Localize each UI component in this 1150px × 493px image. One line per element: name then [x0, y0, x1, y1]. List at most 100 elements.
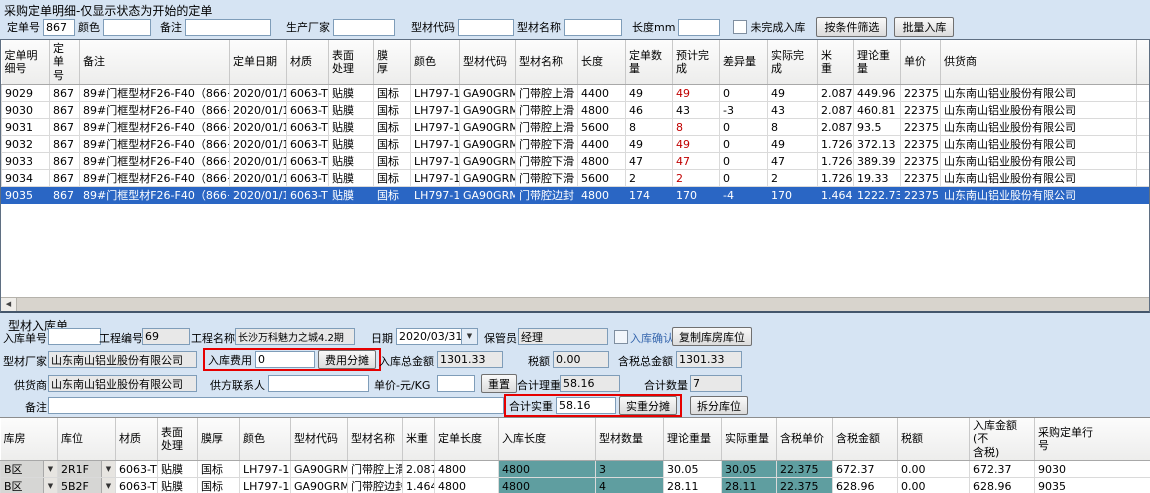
horizontal-scrollbar[interactable]: ◀ [1, 297, 1149, 311]
grid-cell[interactable]: LH797-1LL0 [411, 153, 460, 170]
grid-cell[interactable]: 174 [626, 187, 673, 204]
note-input[interactable] [48, 397, 504, 414]
grid-cell[interactable]: 门带腔上滑 [516, 119, 578, 136]
grid-cell[interactable]: 867 [50, 187, 80, 204]
grid-cell[interactable]: 22375 [901, 187, 941, 204]
grid-cell[interactable] [1137, 119, 1150, 136]
grid-cell[interactable]: 89#门框型材F26-F40（866+867） [80, 136, 230, 153]
grid-row[interactable]: 902986789#门框型材F26-F40（866+867）2020/01/13… [2, 85, 1150, 102]
grid-cell[interactable]: 28.11 [664, 478, 722, 493]
col-header[interactable]: 定单日期 [230, 40, 287, 85]
grid-cell[interactable]: GA90GRM03 [460, 85, 516, 102]
grid-cell[interactable]: 8 [673, 119, 720, 136]
col-header[interactable]: 表面 处理 [158, 418, 198, 461]
grid-cell[interactable]: 672.37 [833, 461, 898, 478]
grid-cell[interactable]: 1222.73 [854, 187, 901, 204]
grid-cell[interactable]: GA90GRM04 [460, 170, 516, 187]
grid-cell[interactable]: 4800 [578, 102, 626, 119]
grid-cell[interactable]: 国标 [198, 478, 240, 493]
grid-cell[interactable]: 2020/01/13 [230, 102, 287, 119]
grid-cell[interactable]: 6063-T5 [287, 170, 329, 187]
grid-cell[interactable]: 1.726 [818, 170, 854, 187]
grid-cell[interactable]: -4 [720, 187, 768, 204]
grid-cell[interactable]: 30.05 [664, 461, 722, 478]
grid-cell[interactable]: GA90GRM03 [291, 461, 348, 478]
grid-cell[interactable]: 9033 [2, 153, 50, 170]
dropdown-arrow-icon[interactable]: ▼ [101, 478, 115, 493]
grid-cell[interactable]: GA90GRM04 [460, 136, 516, 153]
contact-input[interactable] [268, 375, 369, 392]
weight-allocate-button[interactable]: 实重分摊 [619, 396, 677, 415]
grid-cell[interactable]: 170 [768, 187, 818, 204]
grid-cell[interactable]: 4800 [435, 478, 499, 493]
col-header[interactable]: 型材名称 [516, 40, 578, 85]
grid-cell[interactable]: 19.33 [854, 170, 901, 187]
grid-cell[interactable]: 0 [720, 85, 768, 102]
col-header[interactable]: 型材代码 [291, 418, 348, 461]
col-header[interactable]: 采购定单行 号 [1035, 418, 1150, 461]
grid-cell[interactable]: 山东南山铝业股份有限公司 [941, 187, 1137, 204]
grid-cell[interactable]: 0 [720, 136, 768, 153]
calendar-dropdown-icon[interactable]: ▼ [461, 329, 477, 344]
filter-by-condition-button[interactable]: 按条件筛选 [816, 17, 887, 37]
grid-cell[interactable]: 49 [626, 136, 673, 153]
grid-cell[interactable]: 9034 [2, 170, 50, 187]
grid-cell[interactable]: 4800 [499, 478, 596, 493]
grid-cell[interactable]: 3 [596, 461, 664, 478]
grid-cell[interactable]: LH797-1LL0 [240, 461, 291, 478]
grid-cell[interactable]: 22375 [901, 153, 941, 170]
confirm-checkbox[interactable] [614, 330, 628, 344]
grid-cell[interactable]: 49 [626, 85, 673, 102]
grid-cell[interactable]: 628.96 [970, 478, 1035, 493]
grid-cell[interactable]: 0.00 [898, 461, 970, 478]
grid-cell[interactable]: 贴膜 [329, 119, 374, 136]
copy-location-button[interactable]: 复制库房库位 [672, 327, 752, 346]
grid-cell[interactable]: 贴膜 [329, 85, 374, 102]
grid-cell[interactable]: 2.087 [818, 85, 854, 102]
grid-cell[interactable]: 22375 [901, 119, 941, 136]
grid-cell[interactable]: 2020/01/13 [230, 187, 287, 204]
grid-cell[interactable]: 867 [50, 119, 80, 136]
grid-cell[interactable]: 门带腔下滑 [516, 170, 578, 187]
grid-cell[interactable]: 9035 [1035, 478, 1150, 493]
grid-cell[interactable]: LH797-1LL0 [411, 85, 460, 102]
grid-cell[interactable]: 贴膜 [329, 102, 374, 119]
grid-cell[interactable]: 9030 [2, 102, 50, 119]
grid-cell[interactable]: 449.96 [854, 85, 901, 102]
col-header[interactable]: 膜 厚 [374, 40, 411, 85]
grid-cell[interactable]: 4 [596, 478, 664, 493]
col-header[interactable]: 定单数 量 [626, 40, 673, 85]
grid-cell[interactable]: 门带腔边封 [516, 187, 578, 204]
grid-cell[interactable]: 国标 [198, 461, 240, 478]
grid-cell[interactable]: 4800 [578, 187, 626, 204]
col-header[interactable] [1137, 40, 1150, 85]
col-header[interactable]: 备注 [80, 40, 230, 85]
col-header[interactable]: 米重 [403, 418, 435, 461]
grid-cell[interactable]: 9035 [2, 187, 50, 204]
grid-cell[interactable]: 2020/01/13 [230, 119, 287, 136]
grid-cell[interactable]: 国标 [374, 102, 411, 119]
grid-cell[interactable]: 8 [626, 119, 673, 136]
grid-cell[interactable]: 9030 [1035, 461, 1150, 478]
col-header[interactable]: 颜色 [411, 40, 460, 85]
col-header[interactable]: 含税单价 [777, 418, 833, 461]
grid-cell[interactable]: 46 [626, 102, 673, 119]
col-header[interactable]: 供货商 [941, 40, 1137, 85]
grid-cell[interactable]: 4400 [578, 136, 626, 153]
dropdown-arrow-icon[interactable]: ▼ [43, 478, 57, 493]
grid-cell[interactable]: LH797-1LL0 [411, 187, 460, 204]
grid-cell[interactable]: 867 [50, 136, 80, 153]
grid-cell[interactable]: 867 [50, 153, 80, 170]
col-header[interactable]: 定 单 号 [50, 40, 80, 85]
col-header[interactable]: 库房 [1, 418, 58, 461]
grid-cell[interactable]: 47 [626, 153, 673, 170]
grid-cell[interactable]: 170 [673, 187, 720, 204]
grid-cell[interactable]: 460.81 [854, 102, 901, 119]
grid-cell[interactable]: 门带腔下滑 [516, 153, 578, 170]
grid-cell[interactable]: 6063-T5 [287, 85, 329, 102]
grid-row[interactable]: 903386789#门框型材F26-F40（866+867）2020/01/13… [2, 153, 1150, 170]
combo-cell[interactable]: 2R1F▼ [58, 461, 116, 478]
receipt-no-input[interactable] [48, 328, 101, 345]
combo-select[interactable]: B区▼ [1, 461, 57, 477]
grid-cell[interactable]: 2 [673, 170, 720, 187]
